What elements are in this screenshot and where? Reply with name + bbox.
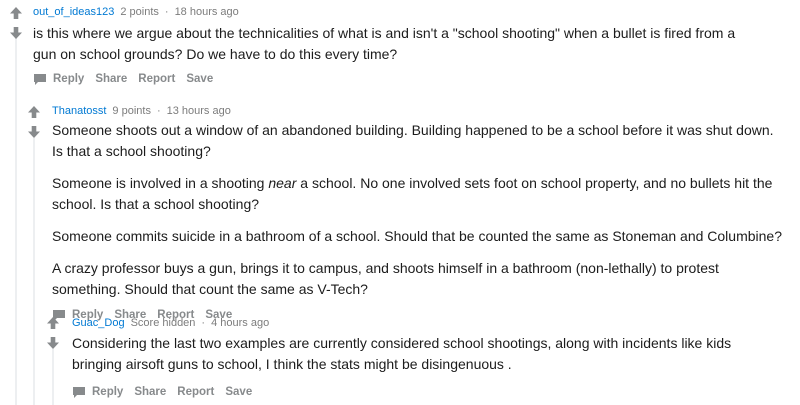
report-button[interactable]: Report [177,386,214,398]
comment-timestamp[interactable]: 4 hours ago [211,317,269,329]
separator-dot: · [164,6,169,18]
comment: out_of_ideas123 2 points · 18 hours ago is … [33,5,793,88]
upvote-arrow-icon[interactable] [27,105,41,119]
comment-meta: out_of_ideas123 2 points · 18 hours ago [33,5,793,19]
comment-paragraph: A crazy professor buys a gun, brings it … [52,260,719,297]
comment-meta: Guac_Dog Score hidden · 4 hours ago [72,316,794,330]
report-button[interactable]: Report [138,73,175,85]
separator-dot: · [156,105,161,117]
downvote-arrow-icon[interactable] [9,26,23,40]
comment: Guac_Dog Score hidden · 4 hours ago Conside… [72,316,794,401]
separator-dot: · [201,317,206,329]
share-button[interactable]: Share [134,386,166,398]
comment-timestamp[interactable]: 13 hours ago [167,105,231,117]
comment-score: 9 points [112,105,151,117]
downvote-arrow-icon[interactable] [46,336,60,350]
comment-paragraph: is this where we argue about the technic… [33,25,736,62]
vote-column [27,105,41,139]
reply-label: Reply [53,73,85,85]
comment-author[interactable]: Guac_Dog [72,317,125,329]
vote-column [9,6,23,40]
comment-paragraph: Someone commits suicide in a bathroom of… [52,228,782,244]
chat-bubble-icon [34,73,46,85]
reply-label: Reply [92,386,124,398]
reply-button[interactable]: Reply [33,73,84,86]
save-button[interactable]: Save [186,73,213,85]
chat-bubble-icon [73,386,85,398]
upvote-arrow-icon[interactable] [46,316,60,330]
comment-score: 2 points [120,6,159,18]
thread-line[interactable] [15,38,17,405]
share-button[interactable]: Share [95,73,127,85]
comment-paragraph: Considering the last two examples are cu… [72,335,732,372]
save-button[interactable]: Save [225,386,252,398]
downvote-arrow-icon[interactable] [27,125,41,139]
text-run: Someone is involved in a shooting [52,175,269,191]
vote-column [46,316,60,350]
comment-actions: Reply Share Report Save [33,70,793,88]
comment-timestamp[interactable]: 18 hours ago [175,6,239,18]
comment-paragraph: Someone is involved in a shooting near a… [52,173,787,215]
thread-line[interactable] [52,349,54,405]
comment-score: Score hidden [130,317,196,329]
comment: Thanatosst 9 points · 13 hours ago Someone … [52,104,794,324]
reply-button[interactable]: Reply [72,386,123,399]
thread-line[interactable] [33,138,35,405]
comment-actions: Reply Share Report Save [72,383,794,401]
emphasized-text: near [268,175,297,191]
comment-paragraph: Someone shoots out a window of an abando… [52,122,774,159]
comment-body: Considering the last two examples are cu… [72,333,782,375]
upvote-arrow-icon[interactable] [9,6,23,20]
comment-body: Someone shoots out a window of an abando… [52,120,787,300]
comment-author[interactable]: Thanatosst [52,105,106,117]
comment-body: is this where we argue about the technic… [33,23,793,65]
comment-meta: Thanatosst 9 points · 13 hours ago [52,104,794,118]
comment-author[interactable]: out_of_ideas123 [33,6,114,18]
